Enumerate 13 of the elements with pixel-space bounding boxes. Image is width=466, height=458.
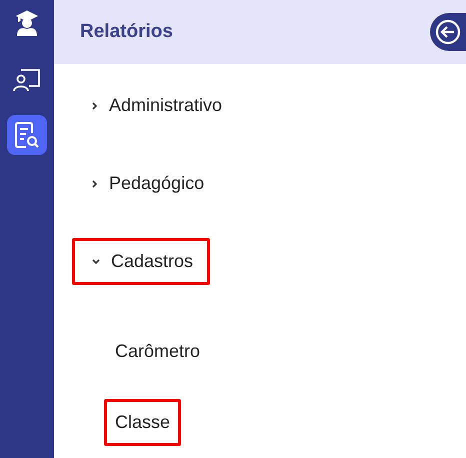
graduate-icon[interactable] bbox=[14, 10, 40, 36]
submenu-item[interactable]: Carômetro bbox=[104, 328, 212, 375]
report-search-icon[interactable] bbox=[14, 121, 40, 149]
chevron-right-icon bbox=[91, 178, 99, 188]
menu-item[interactable]: Pedagógico bbox=[72, 160, 222, 207]
submenu-item[interactable]: Classe bbox=[104, 399, 182, 446]
page-title: Relatórios bbox=[80, 21, 173, 43]
menu-item[interactable]: Cadastros bbox=[72, 238, 210, 285]
menu-item[interactable]: Administrativo bbox=[72, 82, 240, 129]
teacher-icon[interactable] bbox=[13, 66, 41, 92]
back-button[interactable] bbox=[430, 13, 466, 51]
chevron-right-icon bbox=[91, 100, 99, 110]
chevron-down-icon bbox=[91, 258, 101, 266]
